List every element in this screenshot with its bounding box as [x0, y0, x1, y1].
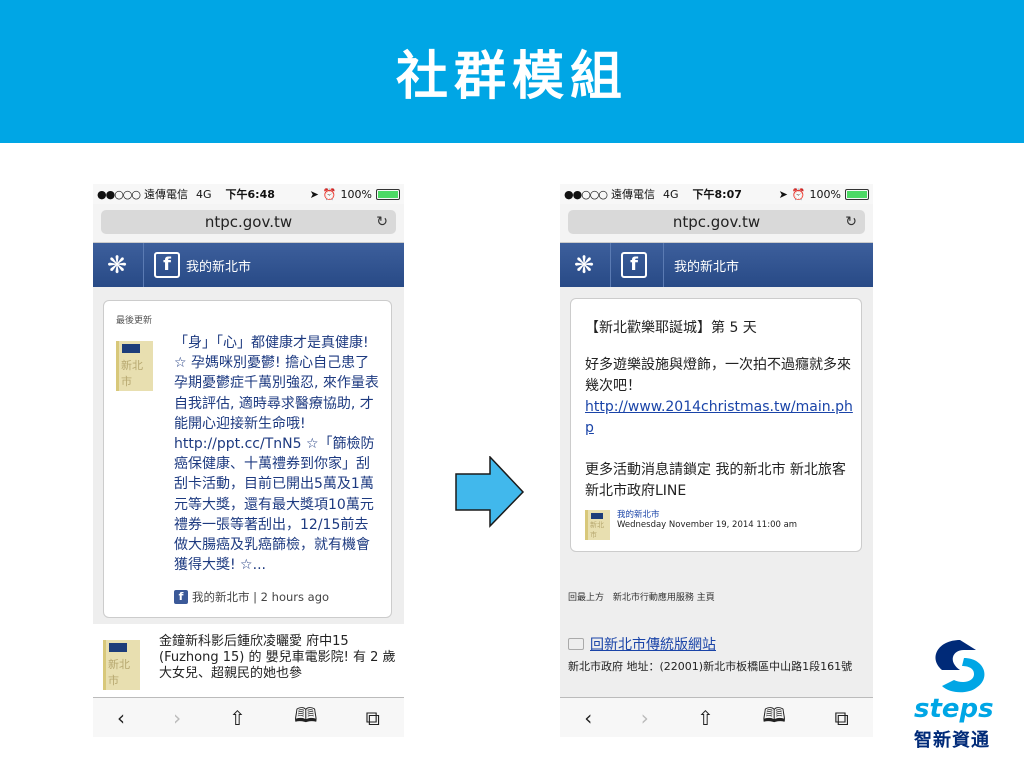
- share-icon[interactable]: ⇧: [229, 706, 246, 730]
- ntpc-logo-icon[interactable]: ❋: [101, 249, 133, 281]
- post-thumbnail: [116, 341, 153, 391]
- slide-header: 社群模組: [0, 0, 1024, 143]
- steps-logo-chinese: 智新資通: [914, 730, 990, 751]
- tabs-icon[interactable]: ⧉: [834, 706, 848, 730]
- app-header-title: 我的新北市: [674, 259, 740, 275]
- status-bar: ●●○○○ 遠傳電信 4G 下午8:07 ➤ ⏰ 100%: [560, 184, 873, 204]
- post-content: 好多遊樂設施與燈飾，一次拍不過癮就多來幾次吧！ http://www.2014c…: [585, 355, 853, 502]
- battery-icon: [845, 188, 869, 200]
- steps-logo-word: steps: [914, 694, 994, 724]
- reload-icon[interactable]: ↻: [845, 210, 857, 234]
- back-icon[interactable]: ‹: [584, 706, 592, 730]
- mobile-services-link[interactable]: 新北市行動應用服務 主頁: [613, 593, 715, 603]
- post-meta: f 我的新北市 | 2 hours ago: [174, 589, 329, 605]
- signal-indicator: ●●○○○: [564, 187, 608, 201]
- tabs-icon[interactable]: ⧉: [366, 706, 380, 730]
- chat-icon: [568, 638, 584, 650]
- alarm-icon: ⏰: [322, 187, 337, 201]
- forward-icon[interactable]: ›: [641, 706, 649, 730]
- carrier-name: 遠傳電信: [144, 188, 188, 201]
- location-icon: ➤: [778, 187, 788, 201]
- signal-indicator: ●●○○○: [97, 187, 141, 201]
- classic-site-link-text: 回新北市傳統版網站: [590, 637, 716, 653]
- location-icon: ➤: [309, 187, 319, 201]
- latest-update-label: 最後更新: [116, 316, 153, 326]
- post-body: 「身」「心」都健康才是真健康! ☆ 孕媽咪別憂鬱! 擔心自己患了孕期憂鬱症千萬別…: [174, 335, 379, 574]
- app-header: ❋ f 我的新北市: [560, 243, 873, 287]
- ntpc-logo-icon[interactable]: ❋: [568, 249, 600, 281]
- facebook-icon[interactable]: f: [154, 252, 180, 278]
- facebook-small-icon: f: [174, 590, 188, 604]
- alarm-icon: ⏰: [791, 187, 806, 201]
- status-bar: ●●○○○ 遠傳電信 4G 下午6:48 ➤ ⏰ 100%: [93, 184, 404, 204]
- facebook-icon[interactable]: f: [621, 252, 647, 278]
- source-name[interactable]: 我的新北市: [617, 508, 660, 520]
- steps-logo: steps 智新資通: [900, 636, 1012, 756]
- steps-logo-mark: [935, 640, 985, 693]
- reload-icon[interactable]: ↻: [376, 210, 388, 234]
- right-phone-screenshot: ●●○○○ 遠傳電信 4G 下午8:07 ➤ ⏰ 100% ntpc.gov.t…: [560, 184, 873, 737]
- address-field[interactable]: ntpc.gov.tw ↻: [568, 210, 865, 234]
- address-text: 新北市政府 地址：(22001)新北市板橋區中山路1段161號: [568, 660, 853, 673]
- slide-title: 社群模組: [395, 47, 628, 107]
- carrier-name: 遠傳電信: [611, 188, 655, 201]
- app-header: ❋ f 我的新北市: [93, 243, 404, 287]
- post-link[interactable]: http://www.2014christmas.tw/main.php: [585, 397, 853, 439]
- post-title: 【新北歡樂耶誕城】第 5 天: [585, 320, 757, 336]
- post-detail-card: 【新北歡樂耶誕城】第 5 天 好多遊樂設施與燈飾，一次拍不過癮就多來幾次吧！ h…: [570, 298, 862, 552]
- browser-url-bar: ntpc.gov.tw ↻: [93, 204, 404, 243]
- app-header-title: 我的新北市: [186, 259, 252, 275]
- source-date: Wednesday November 19, 2014 11:00 am: [617, 520, 798, 530]
- status-time: 下午6:48: [225, 188, 275, 201]
- back-icon[interactable]: ‹: [117, 706, 125, 730]
- list-item-thumbnail: [103, 640, 140, 690]
- browser-toolbar: ‹ › ⇧ 🕮 ⧉: [560, 697, 873, 737]
- forward-icon[interactable]: ›: [173, 706, 181, 730]
- classic-site-link[interactable]: 回新北市傳統版網站: [568, 634, 716, 654]
- post-paragraph: 更多活動消息請鎖定 我的新北市 新北旅客 新北市政府LINE: [585, 462, 846, 499]
- footer-links: 回最上方 新北市行動應用服務 主頁: [568, 590, 721, 603]
- bookmarks-icon[interactable]: 🕮: [762, 701, 786, 735]
- network-type: 4G: [663, 187, 679, 201]
- battery-percent: 100%: [809, 187, 841, 201]
- bookmarks-icon[interactable]: 🕮: [294, 701, 318, 735]
- post-card[interactable]: 最後更新 「身」「心」都健康才是真健康! ☆ 孕媽咪別憂鬱! 擔心自己患了孕期憂…: [103, 300, 392, 618]
- back-to-top-link[interactable]: 回最上方: [568, 593, 604, 603]
- right-arrow-icon: [455, 456, 525, 528]
- share-icon[interactable]: ⇧: [697, 706, 714, 730]
- post-meta-text: 我的新北市 | 2 hours ago: [192, 590, 330, 604]
- list-item[interactable]: 金鐘新科影后鍾欣凌曬愛 府中15 (Fuzhong 15) 的 嬰兒車電影院! …: [93, 624, 404, 698]
- network-type: 4G: [196, 187, 212, 201]
- battery-icon: [376, 188, 400, 200]
- left-phone-screenshot: ●●○○○ 遠傳電信 4G 下午6:48 ➤ ⏰ 100% ntpc.gov.t…: [93, 184, 404, 737]
- address-field[interactable]: ntpc.gov.tw ↻: [101, 210, 396, 234]
- source-thumbnail: [585, 510, 610, 540]
- list-item-text: 金鐘新科影后鍾欣凌曬愛 府中15 (Fuzhong 15) 的 嬰兒車電影院! …: [159, 634, 396, 681]
- header-divider: [610, 243, 611, 287]
- post-paragraph: 好多遊樂設施與燈飾，一次拍不過癮就多來幾次吧！: [585, 357, 851, 394]
- url-text: ntpc.gov.tw: [672, 213, 761, 231]
- header-divider: [143, 243, 144, 287]
- battery-percent: 100%: [340, 187, 372, 201]
- header-divider: [663, 243, 664, 287]
- browser-url-bar: ntpc.gov.tw ↻: [560, 204, 873, 243]
- status-time: 下午8:07: [692, 188, 742, 201]
- url-text: ntpc.gov.tw: [204, 213, 293, 231]
- browser-toolbar: ‹ › ⇧ 🕮 ⧉: [93, 697, 404, 737]
